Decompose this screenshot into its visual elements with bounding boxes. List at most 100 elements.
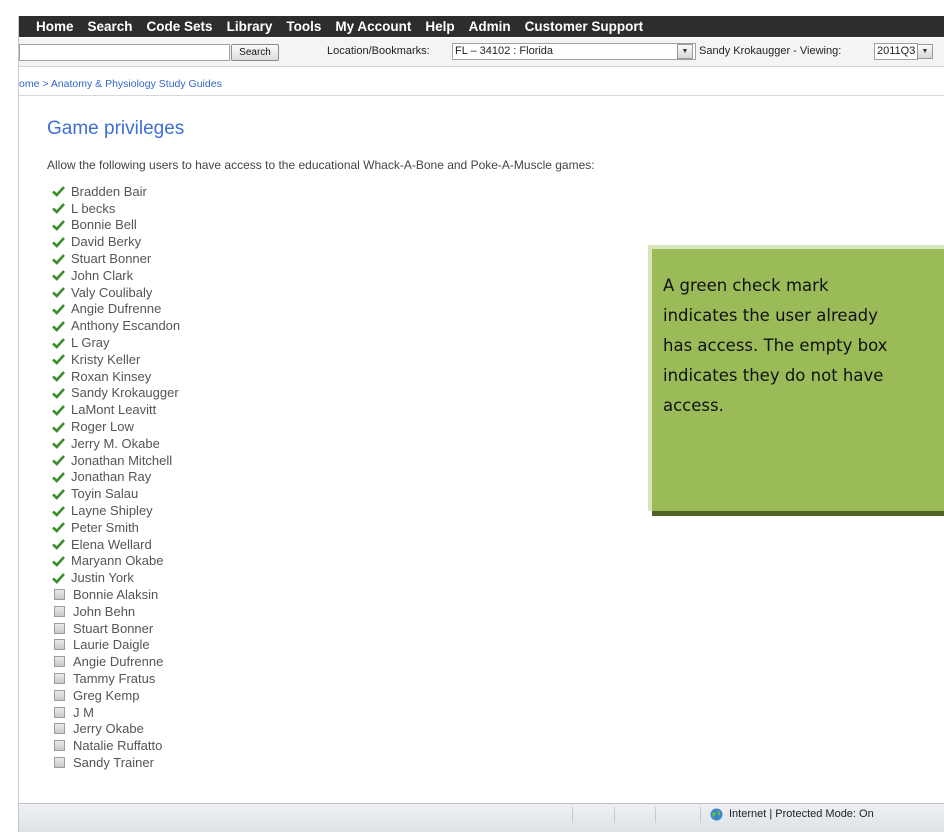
check-icon[interactable]: [52, 555, 65, 567]
user-item-granted[interactable]: Bonnie Bell: [52, 217, 180, 234]
user-item-granted[interactable]: David Berky: [52, 233, 180, 250]
check-icon[interactable]: [52, 236, 65, 248]
check-icon[interactable]: [52, 185, 65, 198]
checkbox-icon[interactable]: [54, 589, 65, 601]
user-item-granted[interactable]: John Clark: [52, 267, 180, 284]
check-icon[interactable]: [52, 421, 65, 433]
breadcrumb[interactable]: ome > Anatomy & Physiology Study Guides: [19, 78, 222, 90]
user-name: Bonnie Alaksin: [73, 587, 159, 603]
user-item-not-granted[interactable]: Tammy Fratus: [52, 670, 180, 687]
nav-my-account[interactable]: My Account: [335, 19, 411, 34]
checkbox-icon[interactable]: [54, 689, 65, 701]
user-item-not-granted[interactable]: Angie Dufrenne: [52, 653, 180, 670]
user-item-granted[interactable]: Bradden Bair: [52, 183, 180, 200]
check-icon[interactable]: [52, 488, 65, 500]
user-name: Angie Dufrenne: [71, 301, 162, 317]
user-item-granted[interactable]: L Gray: [52, 334, 180, 351]
check-icon[interactable]: [52, 269, 65, 282]
nav-code-sets[interactable]: Code Sets: [147, 19, 213, 34]
status-divider: [614, 807, 615, 823]
user-item-granted[interactable]: Anthony Escandon: [52, 317, 180, 334]
user-item-granted[interactable]: Layne Shipley: [52, 502, 180, 519]
user-name: Layne Shipley: [71, 503, 153, 519]
checkbox-icon[interactable]: [54, 605, 65, 617]
nav-customer-support[interactable]: Customer Support: [525, 19, 644, 34]
checkbox-icon[interactable]: [54, 723, 65, 735]
user-item-granted[interactable]: Toyin Salau: [52, 485, 180, 502]
user-item-not-granted[interactable]: Stuart Bonner: [52, 620, 180, 637]
chevron-down-icon[interactable]: ▼: [677, 44, 693, 59]
user-item-granted[interactable]: LaMont Leavitt: [52, 401, 180, 418]
user-item-granted[interactable]: Justin York: [52, 569, 180, 586]
check-icon[interactable]: [52, 202, 65, 215]
user-name: Elena Wellard: [71, 536, 152, 552]
user-item-granted[interactable]: Elena Wellard: [52, 536, 180, 553]
callout-line: indicates they do not have: [663, 366, 884, 385]
user-item-granted[interactable]: Angie Dufrenne: [52, 301, 180, 318]
check-icon[interactable]: [52, 538, 65, 550]
nav-admin[interactable]: Admin: [469, 19, 511, 34]
check-icon[interactable]: [52, 286, 65, 299]
status-divider: [572, 807, 573, 823]
check-icon[interactable]: [52, 370, 65, 383]
user-item-granted[interactable]: Jonathan Mitchell: [52, 452, 180, 469]
nav-tools[interactable]: Tools: [286, 19, 321, 34]
user-item-not-granted[interactable]: Natalie Ruffatto: [52, 737, 180, 754]
checkbox-icon[interactable]: [54, 656, 65, 668]
check-icon[interactable]: [52, 454, 65, 466]
user-item-granted[interactable]: Sandy Krokaugger: [52, 385, 180, 402]
nav-search[interactable]: Search: [88, 19, 133, 34]
check-icon[interactable]: [52, 471, 65, 483]
user-item-granted[interactable]: Jonathan Ray: [52, 469, 180, 486]
user-item-not-granted[interactable]: Jerry Okabe: [52, 721, 180, 738]
callout-line: indicates the user already: [663, 306, 878, 325]
check-icon[interactable]: [52, 437, 65, 450]
user-item-not-granted[interactable]: J M: [52, 704, 180, 721]
user-item-not-granted[interactable]: Bonnie Alaksin: [52, 586, 180, 603]
user-item-granted[interactable]: Maryann Okabe: [52, 553, 180, 570]
viewing-select[interactable]: 2011Q3: [874, 43, 918, 60]
search-input[interactable]: [19, 44, 230, 61]
user-item-not-granted[interactable]: John Behn: [52, 603, 180, 620]
user-item-not-granted[interactable]: Laurie Daigle: [52, 637, 180, 654]
checkbox-icon[interactable]: [54, 622, 65, 634]
callout-line: has access. The empty box: [663, 336, 888, 355]
checkbox-icon[interactable]: [54, 639, 65, 651]
user-name: LaMont Leavitt: [71, 402, 157, 418]
chevron-down-icon[interactable]: ▼: [917, 44, 933, 59]
user-item-granted[interactable]: L becks: [52, 200, 180, 217]
check-icon[interactable]: [52, 505, 65, 517]
check-icon[interactable]: [52, 572, 65, 584]
user-item-not-granted[interactable]: Sandy Trainer: [52, 754, 180, 771]
user-item-granted[interactable]: Kristy Keller: [52, 351, 180, 368]
user-item-granted[interactable]: Roxan Kinsey: [52, 368, 180, 385]
user-item-granted[interactable]: Stuart Bonner: [52, 250, 180, 267]
status-bar: Internet | Protected Mode: On: [19, 803, 944, 832]
check-icon[interactable]: [52, 303, 65, 315]
checkbox-icon[interactable]: [54, 673, 65, 684]
check-icon[interactable]: [52, 521, 65, 534]
user-name: David Berky: [71, 234, 142, 250]
location-select[interactable]: FL – 34102 : Florida: [452, 43, 696, 60]
user-item-not-granted[interactable]: Greg Kemp: [52, 687, 180, 704]
user-item-granted[interactable]: Peter Smith: [52, 519, 180, 536]
check-icon[interactable]: [52, 387, 65, 399]
user-item-granted[interactable]: Roger Low: [52, 418, 180, 435]
zone-status-text: Internet | Protected Mode: On: [729, 808, 874, 820]
nav-library[interactable]: Library: [227, 19, 273, 34]
user-item-granted[interactable]: Valy Coulibaly: [52, 284, 180, 301]
nav-home[interactable]: Home: [36, 19, 74, 34]
check-icon[interactable]: [52, 253, 65, 265]
checkbox-icon[interactable]: [54, 756, 65, 768]
checkbox-icon[interactable]: [54, 706, 65, 718]
check-icon[interactable]: [52, 353, 65, 366]
user-item-granted[interactable]: Jerry M. Okabe: [52, 435, 180, 452]
search-button[interactable]: Search: [231, 44, 279, 61]
nav-help[interactable]: Help: [425, 19, 454, 34]
check-icon[interactable]: [52, 404, 65, 416]
checkbox-icon[interactable]: [54, 740, 65, 752]
check-icon[interactable]: [52, 337, 65, 349]
user-name: L Gray: [71, 335, 110, 351]
check-icon[interactable]: [52, 219, 65, 231]
check-icon[interactable]: [52, 320, 65, 332]
